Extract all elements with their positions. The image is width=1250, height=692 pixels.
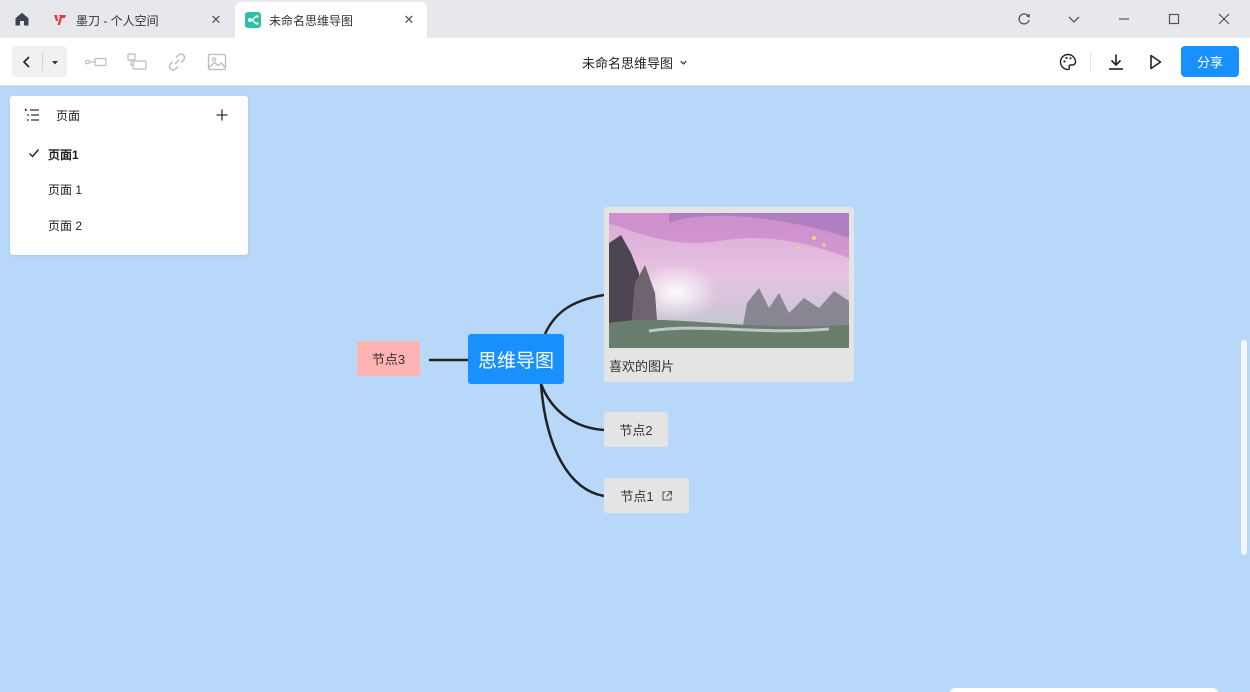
link-icon [168,53,186,71]
mindmap-node-1[interactable]: 节点1 [604,478,689,513]
image-node-label: 喜欢的图片 [609,359,675,374]
page-panel-header: 页面 [10,96,248,134]
browser-tab-bar: 墨刀 - 个人空间 ✕ 未命名思维导图 ✕ [0,0,1250,38]
mindmap-app-icon [245,12,261,28]
external-link-icon[interactable] [661,490,673,502]
modao-logo-icon [52,12,68,28]
connector-node-1 [539,383,605,498]
check-icon [29,149,40,158]
minimize-icon [1119,18,1129,20]
mindmap-node-2[interactable]: 节点2 [604,412,668,447]
back-icon [22,55,30,68]
share-button[interactable]: 分享 [1181,46,1239,77]
close-tab-icon[interactable]: ✕ [401,12,417,28]
maximize-button[interactable] [1164,9,1184,29]
dropdown-caret-icon [52,60,58,64]
insert-image-button[interactable] [205,50,229,74]
summary-icon [127,53,147,70]
refresh-button[interactable] [1014,9,1034,29]
outline-list-icon[interactable] [24,107,40,123]
vertical-scrollbar[interactable] [1241,340,1247,555]
close-window-button[interactable] [1214,9,1234,29]
palette-icon [1059,53,1077,71]
back-button[interactable] [12,46,42,77]
document-title-dropdown[interactable]: 未命名思维导图 [570,51,700,73]
home-button[interactable] [6,5,38,33]
connector-node-2 [539,383,605,432]
download-button[interactable] [1104,50,1128,74]
plus-icon [216,109,228,121]
mindmap-root-node[interactable]: 思维导图 [468,334,564,384]
chevron-down-icon [1068,16,1080,23]
bottom-floating-panel [950,688,1218,692]
connector-image-node [543,293,605,335]
play-icon [1150,54,1162,70]
maximize-icon [1168,13,1180,25]
mindmap-image-node[interactable]: 喜欢的图片 [604,207,854,382]
home-icon [15,12,29,26]
page-panel: 页面 页面1 页面 1 页面 2 [10,96,248,255]
back-button-group [12,46,67,77]
editor-toolbar: 未命名思维导图 分享 [0,38,1250,86]
divider [1090,52,1091,72]
page-label: 页面 1 [48,183,83,197]
close-icon [1218,13,1230,25]
page-panel-title: 页面 [56,109,81,123]
connector-icon [85,57,107,67]
image-icon [207,53,227,71]
document-title: 未命名思维导图 [581,55,673,71]
page-label: 页面 2 [48,219,83,233]
insert-summary-button[interactable] [125,50,149,74]
chevron-down-icon [680,60,687,65]
tab-mindmap[interactable]: 未命名思维导图 ✕ [235,2,427,38]
page-item[interactable]: 页面1 [10,136,248,170]
fantasy-landscape-image [609,213,849,348]
close-tab-icon[interactable]: ✕ [208,12,224,28]
theme-button[interactable] [1056,50,1080,74]
page-label: 页面1 [48,148,79,162]
tab-list-button[interactable] [1064,9,1084,29]
page-item[interactable]: 页面 2 [10,207,248,241]
add-page-button[interactable] [213,106,231,124]
insert-connector-button[interactable] [84,50,108,74]
tab-modao-space[interactable]: 墨刀 - 个人空间 ✕ [42,2,234,38]
tab-label: 墨刀 - 个人空间 [76,13,159,28]
mindmap-node-3[interactable]: 节点3 [357,341,420,376]
node-1-label: 节点1 [620,489,654,504]
insert-link-button[interactable] [165,50,189,74]
download-icon [1109,54,1123,70]
back-dropdown-button[interactable] [43,46,67,77]
page-item[interactable]: 页面 1 [10,171,248,205]
present-button[interactable] [1143,50,1167,74]
minimize-button[interactable] [1114,9,1134,29]
refresh-icon [1018,13,1030,25]
tab-label: 未命名思维导图 [269,13,354,28]
